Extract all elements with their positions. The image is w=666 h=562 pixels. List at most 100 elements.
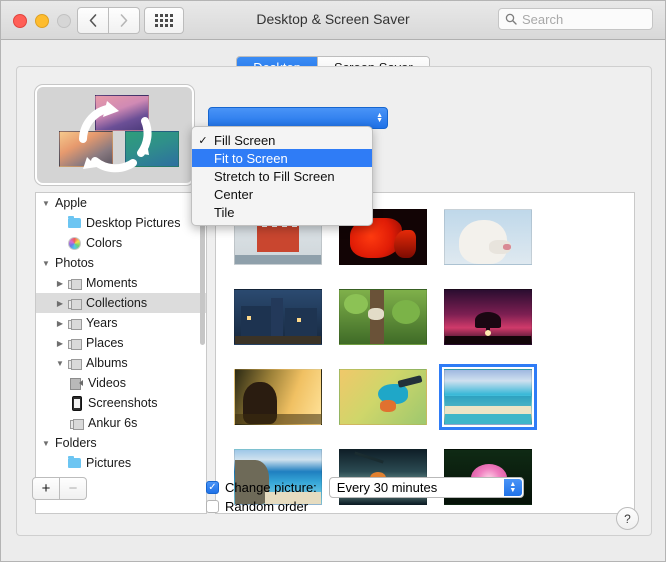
sidebar-item-label: Desktop Pictures [86,216,181,230]
disclosure-triangle-right-icon[interactable]: ▶ [54,319,66,328]
disclosure-triangle-right-icon[interactable]: ▶ [54,279,66,288]
sidebar-item-colors[interactable]: ▸ Colors [36,233,206,253]
photo-stack-icon [66,318,83,330]
sidebar-item-places[interactable]: ▶ Places [36,333,206,353]
thumbnail-cell[interactable] [333,363,432,431]
menu-item-label: Tile [214,204,235,220]
change-picture-row: ✓ Change picture: Every 30 minutes ▲ ▼ [206,477,524,498]
change-picture-label: Change picture: [225,480,317,495]
chevron-updown-icon: ▲ ▼ [376,112,383,124]
checkmark-icon: ✓ [198,134,208,147]
disclosure-triangle-down-icon[interactable]: ▼ [40,199,52,208]
photo-stack-icon [66,298,83,310]
rotate-arrows-icon [79,101,152,173]
disclosure-triangle-right-icon[interactable]: ▶ [54,339,66,348]
folder-icon [66,456,83,468]
sidebar-item-label: Collections [86,296,148,310]
thumbnail-cat-in-tree[interactable] [338,289,427,345]
sidebar-item-albums[interactable]: ▼ Albums [36,353,206,373]
stepper-arrows-icon[interactable]: ▲ ▼ [503,479,522,496]
add-folder-button[interactable]: + [32,477,60,500]
source-list[interactable]: ▼ Apple ▸ Desktop Pictures ▸ Colors ▼ Ph… [35,192,207,514]
sidebar-item-label: Colors [86,236,123,250]
sidebar-item-videos[interactable]: Videos [36,373,206,393]
scaling-dropdown-menu[interactable]: ✓ Fill Screen Fit to Screen Stretch to F… [191,126,373,226]
menu-item-fill-screen[interactable]: ✓ Fill Screen [192,131,372,149]
disclosure-spacer: ▸ [54,219,66,228]
disclosure-triangle-right-icon[interactable]: ▶ [54,299,66,308]
menu-item-center[interactable]: Center [192,185,372,203]
sidebar-item-years[interactable]: ▶ Years [36,313,206,333]
add-remove-buttons: + − [32,477,87,500]
thumbnail-white-dog[interactable] [443,209,532,265]
sidebar-item-desktop-pictures[interactable]: ▸ Desktop Pictures [36,213,206,233]
folder-icon [66,216,83,228]
video-album-icon [68,378,85,390]
title-bar: Desktop & Screen Saver Search [1,1,665,40]
photo-stack-icon [66,338,83,350]
menu-item-label: Stretch to Fill Screen [214,168,335,184]
menu-item-label: Center [214,186,254,202]
menu-item-label: Fit to Screen [214,150,288,166]
random-order-row: Random order [206,499,308,514]
sidebar-item-label: Ankur 6s [88,416,138,430]
random-order-label: Random order [225,499,309,514]
sidebar-item-label: Photos [55,256,94,270]
sidebar-item-moments[interactable]: ▶ Moments [36,273,206,293]
color-wheel-icon [66,236,83,250]
interval-select[interactable]: Every 30 minutes ▲ ▼ [328,477,524,498]
search-placeholder: Search [522,11,564,27]
menu-item-fit-to-screen[interactable]: Fit to Screen [192,149,372,167]
sidebar-item-label: Albums [86,356,128,370]
random-order-checkbox[interactable] [206,500,219,513]
menu-item-stretch-to-fill-screen[interactable]: Stretch to Fill Screen [192,167,372,185]
thumbnail-kingfisher-bird[interactable] [338,369,427,425]
disclosure-triangle-down-icon[interactable]: ▼ [40,439,52,448]
photo-stack-icon [68,418,85,430]
thumbnail-town-square-night[interactable] [233,289,322,345]
search-icon [505,13,517,25]
disclosure-triangle-down-icon[interactable]: ▼ [54,359,66,368]
sidebar-item-ankur-6s[interactable]: Ankur 6s [36,413,206,433]
sidebar-item-photos[interactable]: ▼ Photos [36,253,206,273]
disclosure-spacer: ▸ [54,239,66,248]
thumbnail-woman-in-field-sunset[interactable] [233,369,322,425]
thumbnail-cell[interactable] [438,283,537,351]
phone-icon [68,395,85,411]
desktop-screen-saver-window: Desktop & Screen Saver Search Desktop Sc… [0,0,666,562]
sidebar-item-label: Videos [88,376,126,390]
sidebar-item-collections[interactable]: ▶ Collections [36,293,206,313]
bottom-controls: + − ✓ Change picture: Every 30 minutes ▲… [16,471,652,536]
interval-value: Every 30 minutes [336,480,438,495]
remove-folder-button: − [60,477,87,500]
menu-item-label: Fill Screen [214,132,276,148]
thumbnail-tree-pink-sky[interactable] [443,289,532,345]
change-picture-checkbox[interactable]: ✓ [206,481,219,494]
photo-stack-icon [66,358,83,370]
disclosure-spacer: ▸ [54,459,66,468]
thumbnail-cell[interactable] [228,283,327,351]
sidebar-item-label: Moments [86,276,138,290]
desktop-preview[interactable] [35,85,194,185]
disclosure-triangle-down-icon[interactable]: ▼ [40,259,52,268]
sidebar-item-screenshots[interactable]: Screenshots [36,393,206,413]
thumbnail-cell[interactable] [333,283,432,351]
sidebar-item-label: Pictures [86,456,132,470]
sidebar-item-label: Screenshots [88,396,158,410]
sidebar-item-label: Folders [55,436,97,450]
thumbnail-cell[interactable] [228,363,327,431]
sidebar-item-apple[interactable]: ▼ Apple [36,193,206,213]
thumbnail-cell[interactable] [438,363,537,431]
help-button[interactable]: ? [616,507,639,530]
sidebar-item-folders[interactable]: ▼ Folders [36,433,206,453]
photo-stack-icon [66,278,83,290]
sidebar-item-label: Years [86,316,118,330]
thumbnail-tropical-beach[interactable] [438,364,537,430]
wallpaper-grid[interactable]: iGB iGB [215,192,635,514]
thumbnail-cell[interactable] [438,203,537,271]
sidebar-item-label: Apple [55,196,87,210]
search-field[interactable]: Search [498,8,653,30]
menu-item-tile[interactable]: Tile [192,203,372,221]
sidebar-item-pictures[interactable]: ▸ Pictures [36,453,206,473]
sidebar-item-label: Places [86,336,124,350]
